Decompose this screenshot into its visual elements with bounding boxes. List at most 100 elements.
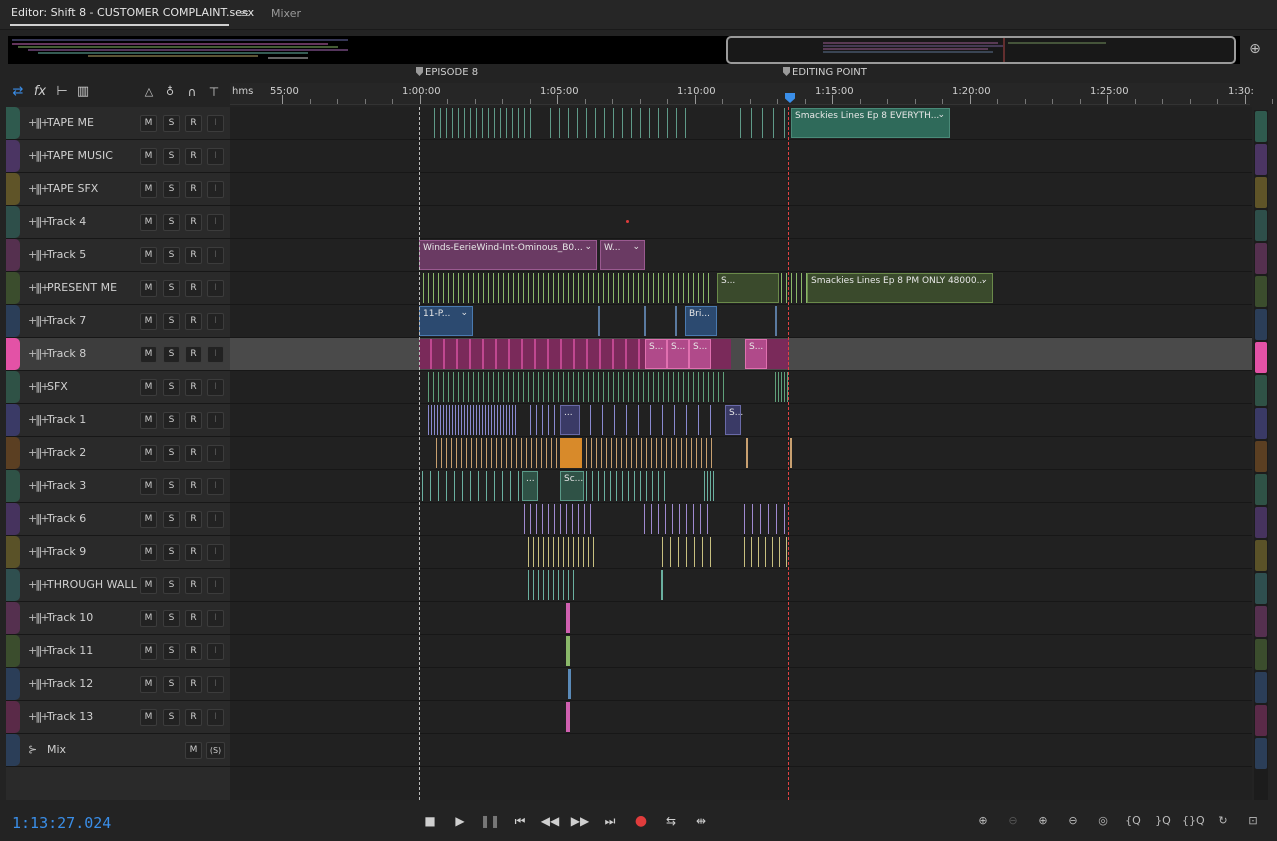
chevron-down-icon[interactable]: ⌄ xyxy=(460,308,468,318)
audio-clip[interactable] xyxy=(740,108,785,138)
eq-icon[interactable]: ▥ xyxy=(73,82,93,102)
solo-button[interactable]: S xyxy=(163,313,180,330)
track-header[interactable]: +|||+ PRESENT ME M S R I xyxy=(6,272,230,304)
track-row[interactable]: +|||+ TAPE SFX M S R I xyxy=(6,173,1252,206)
track-row[interactable]: +|||+ Track 4 M S R I xyxy=(6,206,1252,239)
mute-button[interactable]: M xyxy=(140,247,157,264)
track-name[interactable]: Track 13 xyxy=(47,710,93,723)
track-scrollbar[interactable] xyxy=(1254,110,1268,800)
input-monitor-button[interactable]: I xyxy=(207,676,224,693)
track-lane[interactable] xyxy=(230,701,1252,733)
track-header[interactable]: +|||+ Track 1 M S R I xyxy=(6,404,230,436)
solo-button[interactable]: S xyxy=(163,181,180,198)
track-header[interactable]: +|||+ Track 4 M S R I xyxy=(6,206,230,238)
audio-clip[interactable] xyxy=(661,570,663,600)
zoom-in-amplitude-icon[interactable]: ⊕ xyxy=(972,811,994,831)
mute-button[interactable]: M xyxy=(140,115,157,132)
audio-clip[interactable] xyxy=(530,405,560,435)
record-arm-button[interactable]: R xyxy=(185,478,202,495)
tab-editor[interactable]: Editor: Shift 8 - CUSTOMER COMPLAINT.ses… xyxy=(11,6,254,19)
fast-forward-icon[interactable]: ▶▶ xyxy=(569,811,591,831)
input-monitor-button[interactable]: I xyxy=(207,412,224,429)
panel-menu-icon[interactable]: ≡ xyxy=(240,7,249,20)
zoom-in-at-end-icon[interactable]: }Q xyxy=(1152,811,1174,831)
input-monitor-button[interactable]: I xyxy=(207,181,224,198)
audio-clip[interactable] xyxy=(524,504,594,534)
audio-clip[interactable] xyxy=(746,438,748,468)
skip-end-icon[interactable]: ⏭ xyxy=(599,811,621,831)
track-lane[interactable]: ... S... xyxy=(230,404,1252,436)
metronome-icon[interactable]: △ xyxy=(139,82,159,102)
track-name[interactable]: Track 1 xyxy=(47,413,86,426)
audio-clip[interactable] xyxy=(428,405,518,435)
track-lane[interactable]: S... Smackies Lines Ep 8 PM ONLY 48000..… xyxy=(230,272,1252,304)
mute-button[interactable]: M xyxy=(140,181,157,198)
track-lane[interactable] xyxy=(230,602,1252,634)
zoom-reset-icon[interactable]: ↻ xyxy=(1212,811,1234,831)
audio-clip[interactable] xyxy=(775,306,777,336)
track-lane[interactable] xyxy=(230,536,1252,568)
mute-button[interactable]: M xyxy=(140,577,157,594)
zoom-to-fit-icon[interactable]: ⊕ xyxy=(1246,41,1264,59)
record-arm-button[interactable]: R xyxy=(185,445,202,462)
track-row[interactable]: +|||+ TAPE ME M S R I Smackies Lines Ep … xyxy=(6,107,1252,140)
solo-button[interactable]: S xyxy=(163,214,180,231)
input-monitor-button[interactable]: I xyxy=(207,313,224,330)
track-lane[interactable] xyxy=(230,371,1252,403)
audio-clip[interactable] xyxy=(528,537,594,567)
marker-pin-icon[interactable]: ⊤ xyxy=(204,82,224,102)
chevron-down-icon[interactable]: ⌄ xyxy=(980,275,988,285)
track-header[interactable]: +|||+ TAPE MUSIC M S R I xyxy=(6,140,230,172)
track-lane[interactable] xyxy=(230,503,1252,535)
mute-button[interactable]: M xyxy=(185,742,202,759)
track-name[interactable]: Track 8 xyxy=(47,347,86,360)
magnet-icon[interactable]: ∩ xyxy=(182,82,202,102)
solo-safe-button[interactable]: (S) xyxy=(206,742,225,759)
audio-clip[interactable] xyxy=(704,471,714,501)
input-monitor-button[interactable]: I xyxy=(207,544,224,561)
mute-button[interactable]: M xyxy=(140,709,157,726)
audio-clip[interactable] xyxy=(744,537,789,567)
zoom-to-track-icon[interactable]: ⊡ xyxy=(1242,811,1264,831)
solo-button[interactable]: S xyxy=(163,544,180,561)
session-overview[interactable] xyxy=(8,36,1240,64)
chevron-down-icon[interactable]: ⌄ xyxy=(632,242,640,252)
audio-clip[interactable]: S... xyxy=(645,339,667,369)
mute-button[interactable]: M xyxy=(140,214,157,231)
zoom-out-amplitude-icon[interactable]: ⊖ xyxy=(1002,811,1024,831)
audio-clip[interactable] xyxy=(528,570,576,600)
solo-button[interactable]: S xyxy=(163,379,180,396)
track-lane[interactable] xyxy=(230,734,1252,766)
rewind-icon[interactable]: ◀◀ xyxy=(539,811,561,831)
track-name[interactable]: Track 6 xyxy=(47,512,86,525)
track-lane[interactable] xyxy=(230,635,1252,667)
track-name[interactable]: PRESENT ME xyxy=(47,281,117,294)
audio-clip[interactable] xyxy=(662,537,714,567)
input-monitor-button[interactable]: I xyxy=(207,379,224,396)
record-icon[interactable]: ● xyxy=(630,811,652,831)
track-header[interactable]: +|||+ Track 6 M S R I xyxy=(6,503,230,535)
solo-button[interactable]: S xyxy=(163,148,180,165)
record-arm-button[interactable]: R xyxy=(185,214,202,231)
record-arm-button[interactable]: R xyxy=(185,643,202,660)
record-arm-button[interactable]: R xyxy=(185,313,202,330)
input-monitor-button[interactable]: I xyxy=(207,247,224,264)
track-name[interactable]: Track 11 xyxy=(47,644,93,657)
track-row[interactable]: +|||+ Track 11 M S R I xyxy=(6,635,1252,668)
track-lane[interactable] xyxy=(230,569,1252,601)
track-lane[interactable] xyxy=(230,140,1252,172)
audio-clip[interactable] xyxy=(775,372,789,402)
audio-clip[interactable] xyxy=(422,471,522,501)
record-arm-button[interactable]: R xyxy=(185,379,202,396)
audio-clip[interactable] xyxy=(744,504,789,534)
marker-episode-8[interactable]: EPISODE 8 xyxy=(416,67,478,78)
record-arm-button[interactable]: R xyxy=(185,577,202,594)
solo-button[interactable]: S xyxy=(163,511,180,528)
loop-icon[interactable]: ⇆ xyxy=(660,811,682,831)
track-header[interactable]: +|||+ Track 3 M S R I xyxy=(6,470,230,502)
playhead-line[interactable] xyxy=(788,107,789,800)
audio-clip[interactable] xyxy=(566,702,570,732)
chevron-down-icon[interactable]: ⌄ xyxy=(584,242,592,252)
track-name[interactable]: SFX xyxy=(47,380,68,393)
track-lane[interactable] xyxy=(230,437,1252,469)
